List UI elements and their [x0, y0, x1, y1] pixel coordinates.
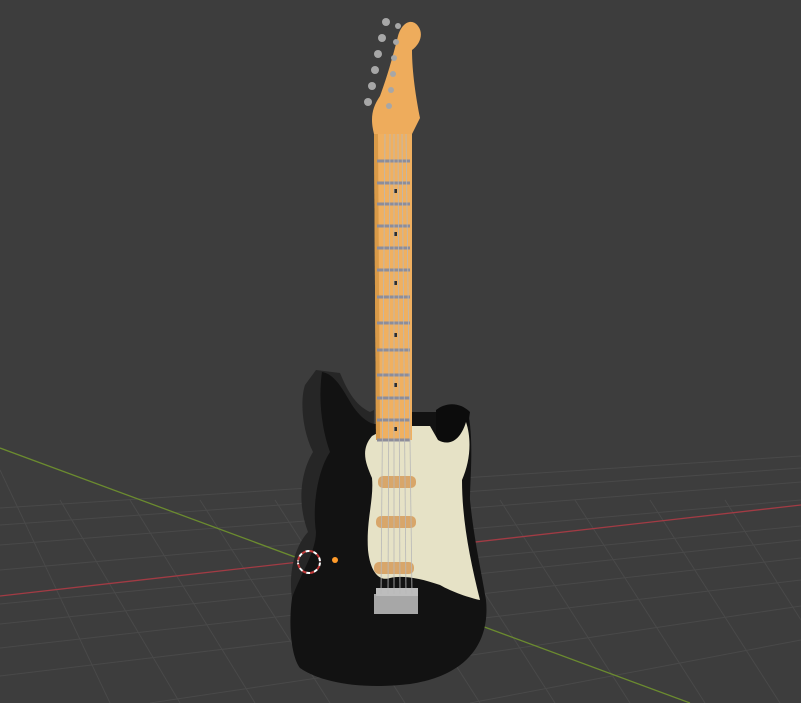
viewport-canvas[interactable]	[0, 0, 801, 703]
object-origin-dot[interactable]	[332, 557, 338, 563]
bridge	[374, 594, 418, 614]
guitar-model[interactable]	[290, 18, 487, 687]
3d-viewport[interactable]	[0, 0, 801, 703]
